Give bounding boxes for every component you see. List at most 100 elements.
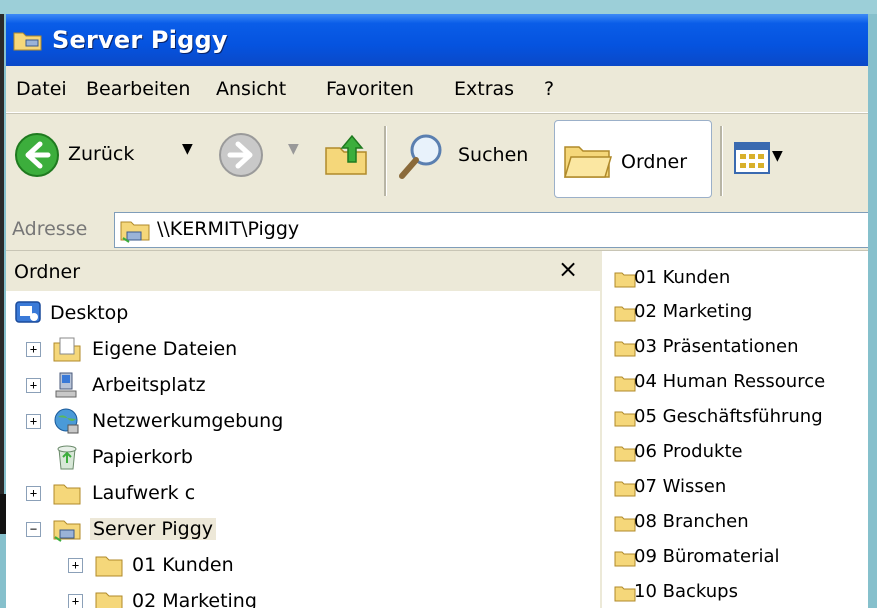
folders-pane-header: Ordner × [6,251,600,291]
network-folder-icon [120,221,150,243]
file-name: 05 Geschäftsführung [634,406,823,427]
file-item[interactable]: 09 Büromaterial [614,544,868,578]
folder-icon [95,556,123,577]
content-area: Ordner × Desktop + Eigene Dateien + Arbe… [6,251,868,608]
folder-icon [53,484,81,505]
file-name: 10 Backups [634,581,738,602]
menu-bar: Datei Bearbeiten Ansicht Favoriten Extra… [6,66,868,113]
expand-icon[interactable]: + [26,378,41,393]
close-icon[interactable]: × [558,255,578,283]
address-label: Adresse [12,218,88,240]
search-button[interactable]: Suchen [396,130,546,186]
toolbar-separator [384,126,387,196]
views-icon [734,142,770,174]
tree-item-label: Eigene Dateien [92,338,238,360]
forward-arrow-icon [219,133,263,177]
file-item[interactable]: 06 Produkte [614,439,868,473]
file-item[interactable]: 07 Wissen [614,474,868,508]
file-list: 01 Kunden 02 Marketing 03 Präsentationen… [606,251,868,608]
computer-icon [55,372,77,398]
tree-item-my-computer[interactable]: + Arbeitsplatz [6,369,596,405]
folder-icon [614,551,636,567]
file-item[interactable]: 03 Präsentationen [614,334,868,368]
tree-item-01-kunden[interactable]: + 01 Kunden [6,549,596,585]
file-name: 01 Kunden [634,267,731,288]
back-dropdown-icon[interactable]: ▼ [182,141,193,157]
folder-icon [614,446,636,462]
menu-favoriten[interactable]: Favoriten [326,78,414,100]
tree-item-server-piggy[interactable]: − Server Piggy [6,513,596,549]
tree-item-label: Desktop [50,302,129,324]
tree-item-02-marketing[interactable]: + 02 Marketing [6,585,596,608]
folders-pane-title: Ordner [14,261,81,283]
folder-icon [614,586,636,602]
folder-icon [614,306,636,322]
address-path: \\KERMIT\Piggy [157,218,300,240]
network-globe-icon [54,408,79,434]
folder-icon [614,516,636,532]
tree-item-network[interactable]: + Netzwerkumgebung [6,405,596,441]
expand-icon[interactable]: + [68,594,83,608]
expand-icon[interactable]: + [26,486,41,501]
tree-item-desktop[interactable]: Desktop [6,297,596,333]
tree-item-label: Netzwerkumgebung [92,410,284,432]
tree-item-my-documents[interactable]: + Eigene Dateien [6,333,596,369]
network-folder-icon [13,32,42,51]
folder-icon [614,341,636,357]
file-name: 04 Human Ressource [634,371,826,392]
search-icon [399,134,442,179]
file-name: 08 Branchen [634,511,749,532]
views-button[interactable]: ▼ [734,140,810,180]
folder-icon [614,272,636,288]
explorer-window: Server Piggy Datei Bearbeiten Ansicht Fa… [6,14,868,608]
menu-datei[interactable]: Datei [16,78,67,100]
expand-icon[interactable]: + [26,342,41,357]
forward-dropdown-icon[interactable]: ▼ [288,141,299,157]
file-item[interactable]: 04 Human Ressource [614,369,868,403]
tree-item-drive-c[interactable]: + Laufwerk c [6,477,596,513]
file-name: 03 Präsentationen [634,336,799,357]
menu-help[interactable]: ? [544,78,554,100]
tree-item-label: Arbeitsplatz [92,374,206,396]
menu-ansicht[interactable]: Ansicht [216,78,286,100]
folder-icon [614,376,636,392]
folders-pane: Ordner × Desktop + Eigene Dateien + Arbe… [6,251,602,608]
views-dropdown-icon[interactable]: ▼ [772,148,783,164]
folder-icon [614,481,636,497]
folders-button[interactable]: Ordner [554,120,712,198]
file-item[interactable]: 10 Backups [614,579,868,608]
toolbar-separator [720,126,723,196]
tree-item-label: Laufwerk c [92,482,196,504]
file-item[interactable]: 05 Geschäftsführung [614,404,868,438]
file-name: 09 Büromaterial [634,546,780,567]
tree-item-label: 02 Marketing [132,590,257,608]
file-item[interactable]: 01 Kunden [614,265,868,299]
file-item[interactable]: 02 Marketing [614,299,868,333]
file-name: 07 Wissen [634,476,727,497]
tree-item-recycle-bin[interactable]: Papierkorb [6,441,596,477]
window-title: Server Piggy [52,26,228,54]
folder-icon [614,411,636,427]
folders-label: Ordner [621,151,688,173]
collapse-icon[interactable]: − [26,522,41,537]
background-edge [0,14,4,494]
menu-bearbeiten[interactable]: Bearbeiten [86,78,190,100]
network-folder-icon [53,520,81,542]
menu-extras[interactable]: Extras [454,78,514,100]
recycle-bin-icon [57,445,77,470]
tree-item-label: 01 Kunden [132,554,234,576]
expand-icon[interactable]: + [68,558,83,573]
title-bar[interactable]: Server Piggy [6,14,868,66]
search-label: Suchen [458,144,529,166]
address-bar: Adresse \\KERMIT\Piggy [6,210,868,251]
tree-item-label: Server Piggy [90,518,217,540]
address-field[interactable]: \\KERMIT\Piggy [114,212,868,248]
expand-icon[interactable]: + [26,414,41,429]
back-button[interactable]: Zurück ▼ [14,132,204,184]
file-item[interactable]: 08 Branchen [614,509,868,543]
background-strip [0,0,877,14]
tree-item-label: Papierkorb [92,446,193,468]
forward-button[interactable]: ▼ [218,132,299,184]
back-label: Zurück [68,143,135,165]
up-folder-icon[interactable] [324,132,368,178]
